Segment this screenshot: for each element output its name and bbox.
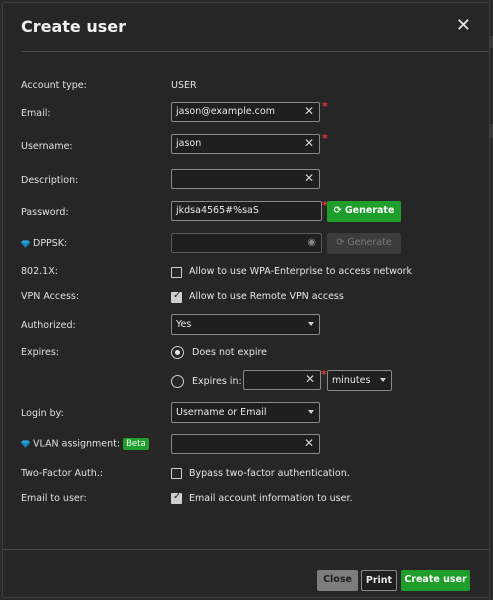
expires-unit-value: minutes: [332, 375, 371, 386]
expires-in-radio[interactable]: [171, 375, 184, 388]
generate-password-button[interactable]: ⟳ Generate: [327, 201, 401, 222]
vpn-checkbox[interactable]: [171, 290, 182, 303]
close-icon[interactable]: ✕: [456, 17, 471, 35]
username-value: jason: [176, 138, 202, 149]
dot1x-checkbox-label: Allow to use WPA-Enterprise to access ne…: [189, 266, 413, 277]
expires-unit-select[interactable]: minutes: [327, 370, 392, 391]
username-field[interactable]: jason ✕: [171, 134, 320, 154]
two-factor-label: Two-Factor Auth.:: [21, 468, 104, 479]
email-label: Email:: [21, 108, 51, 119]
vlan-field[interactable]: ✕: [171, 434, 320, 454]
dppsk-label: DPPSK:: [33, 238, 68, 249]
description-label: Description:: [21, 175, 79, 186]
required-marker: *: [322, 132, 328, 145]
print-button[interactable]: Print: [361, 570, 397, 591]
close-button[interactable]: Close: [317, 570, 358, 591]
eye-icon[interactable]: ◉: [307, 237, 316, 248]
clear-icon[interactable]: ✕: [304, 436, 314, 450]
diamond-icon: [21, 239, 30, 248]
chevron-down-icon: [308, 410, 314, 414]
clear-icon[interactable]: ✕: [305, 372, 315, 386]
email-to-user-checkbox-label: Email account information to user.: [189, 493, 353, 504]
username-label: Username:: [21, 141, 73, 152]
password-value: jkdsa4565#%saS: [176, 205, 259, 216]
beta-badge: Beta: [123, 438, 149, 450]
vlan-label: VLAN assignment:: [33, 438, 121, 450]
login-by-select[interactable]: Username or Email: [171, 402, 320, 423]
email-to-user-checkbox[interactable]: [171, 491, 182, 504]
expires-amount-field[interactable]: ✕: [243, 370, 321, 390]
authorized-label: Authorized:: [21, 320, 76, 331]
vlan-label-row: VLAN assignment: Beta: [21, 438, 149, 450]
generate-label: Generate: [344, 205, 395, 216]
account-type-value: USER: [171, 80, 197, 91]
login-by-value: Username or Email: [176, 407, 267, 418]
password-field[interactable]: jkdsa4565#%saS: [171, 201, 322, 221]
email-field[interactable]: jason@example.com ✕: [171, 102, 320, 122]
account-type-label: Account type:: [21, 80, 87, 91]
clear-icon[interactable]: ✕: [304, 104, 314, 118]
dppsk-label-row: DPPSK:: [21, 238, 67, 249]
refresh-icon: ⟳: [336, 237, 345, 248]
vpn-label: VPN Access:: [21, 291, 80, 302]
vpn-checkbox-label: Allow to use Remote VPN access: [189, 291, 344, 302]
dot1x-checkbox[interactable]: [171, 267, 182, 278]
dialog-title: Create user: [21, 17, 127, 36]
expires-in-label: Expires in:: [192, 376, 242, 387]
two-factor-checkbox-label: Bypass two-factor authentication.: [189, 468, 350, 479]
two-factor-checkbox[interactable]: [171, 468, 182, 479]
login-by-label: Login by:: [21, 408, 64, 419]
chevron-down-icon: [308, 322, 314, 326]
email-to-user-label: Email to user:: [21, 493, 87, 504]
required-marker: *: [322, 100, 328, 113]
generate-label: Generate: [347, 237, 392, 248]
create-user-dialog: Create user ✕ Account type: USER Email: …: [2, 2, 490, 598]
header-divider: [21, 51, 489, 52]
clear-icon[interactable]: ✕: [304, 171, 314, 185]
password-label: Password:: [21, 207, 69, 218]
description-field[interactable]: ✕: [171, 169, 320, 189]
authorized-select[interactable]: Yes: [171, 314, 320, 335]
authorized-value: Yes: [176, 319, 192, 330]
expires-label: Expires:: [21, 347, 59, 358]
refresh-icon: ⟳: [333, 205, 342, 216]
expires-never-radio[interactable]: [171, 346, 184, 359]
create-user-button[interactable]: Create user: [401, 570, 470, 591]
email-value: jason@example.com: [176, 106, 275, 117]
dppsk-field[interactable]: ◉: [171, 233, 322, 253]
dot1x-label: 802.1X:: [21, 266, 58, 277]
chevron-down-icon: [380, 378, 386, 382]
footer-divider: [3, 549, 489, 550]
expires-never-label: Does not expire: [192, 347, 268, 358]
generate-dppsk-button: ⟳ Generate: [327, 233, 401, 254]
diamond-icon: [21, 440, 30, 448]
clear-icon[interactable]: ✕: [304, 136, 314, 150]
required-marker: *: [321, 368, 327, 381]
